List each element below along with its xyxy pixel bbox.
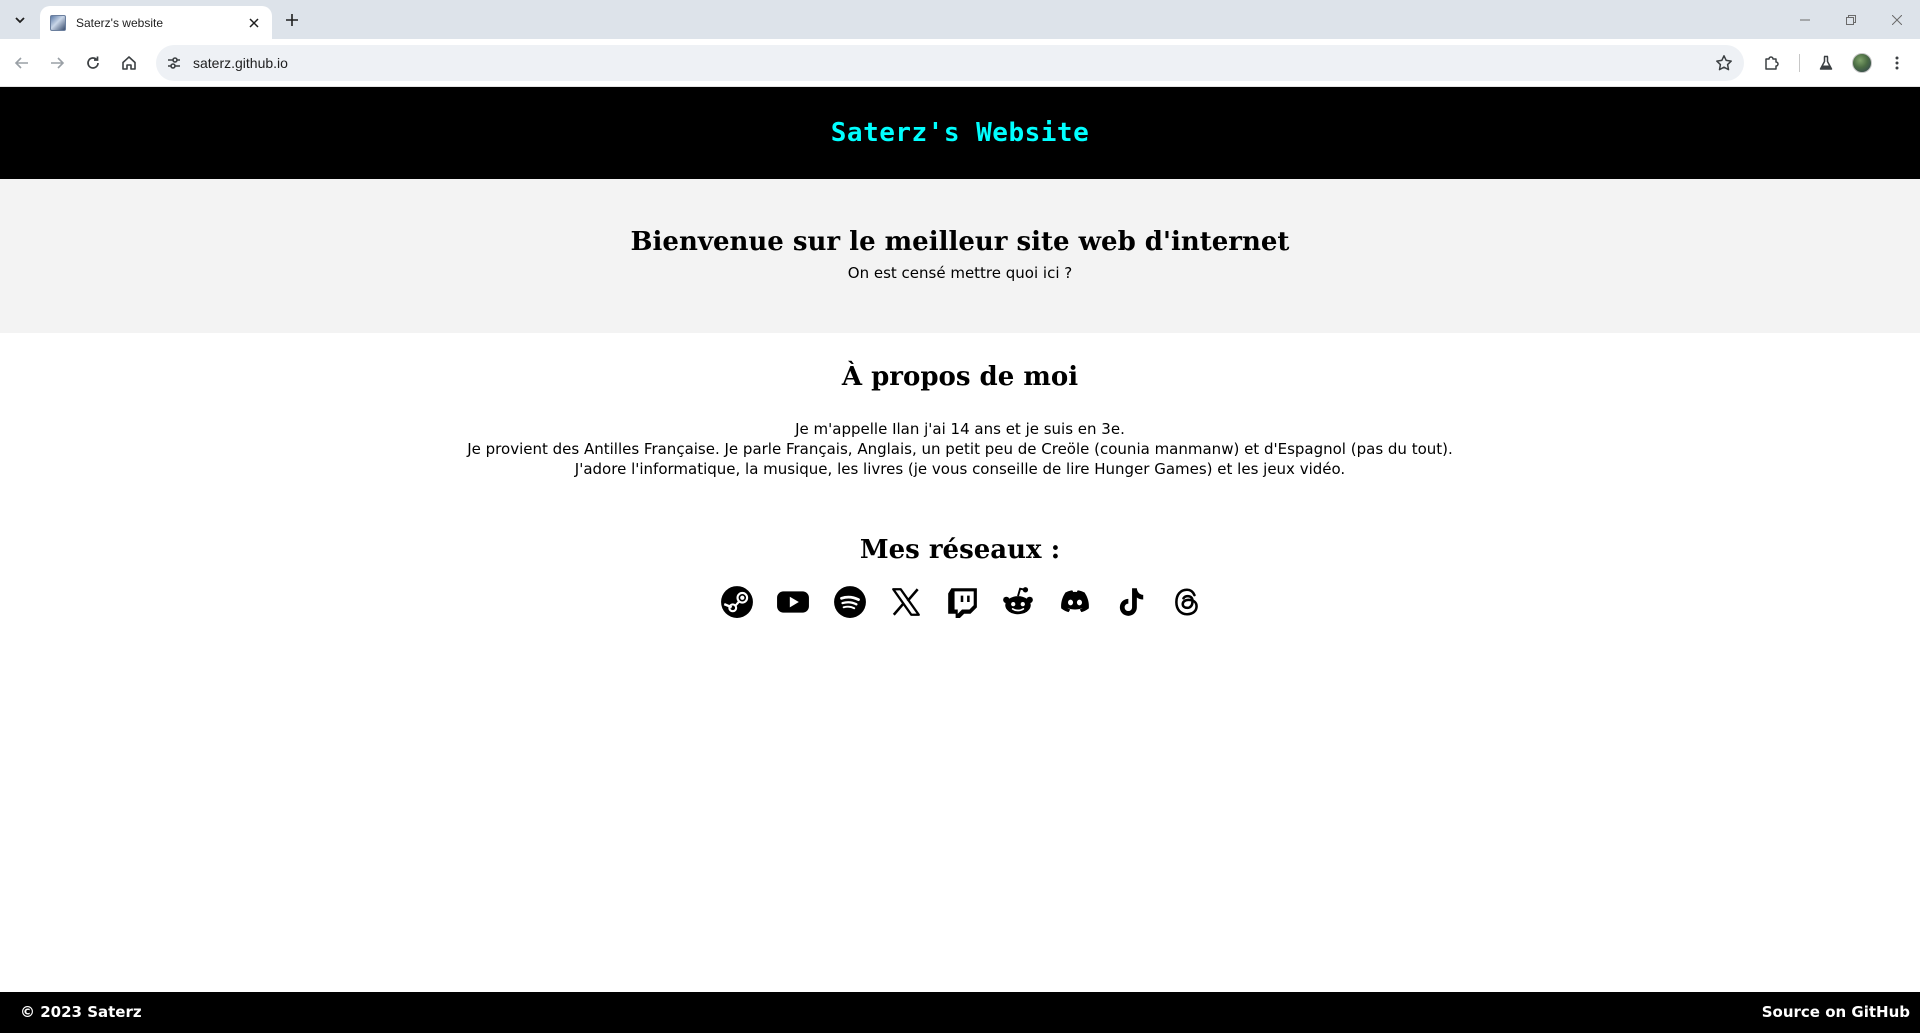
browser-tab-active[interactable]: Saterz's website [40, 6, 272, 39]
twitch-icon [948, 588, 977, 618]
youtube-icon [777, 591, 810, 613]
more-vertical-icon [1895, 56, 1899, 70]
site-favicon-icon [50, 14, 66, 31]
close-icon [249, 17, 259, 28]
window-controls [1782, 0, 1920, 39]
browser-tab-strip: Saterz's website [0, 0, 1920, 39]
site-title: Saterz's Website [830, 118, 1090, 148]
close-icon [1892, 14, 1902, 25]
home-icon [122, 56, 136, 70]
avatar [1852, 53, 1872, 73]
site-header: Saterz's Website [0, 87, 1920, 179]
about-text: Je m'appelle Ilan j'ai 14 ans et je suis… [0, 419, 1920, 479]
plus-icon [286, 14, 298, 26]
url-text[interactable]: saterz.github.io [193, 45, 288, 81]
arrow-right-icon [51, 57, 65, 69]
reddit-link[interactable] [998, 582, 1038, 622]
x-icon [891, 588, 920, 616]
puzzle-icon [1765, 56, 1779, 70]
tab-search-button[interactable] [8, 8, 32, 32]
social-links [717, 582, 1207, 622]
star-icon [1716, 55, 1732, 71]
labs-button[interactable] [1814, 51, 1838, 75]
reload-icon [87, 56, 99, 69]
twitch-link[interactable] [942, 582, 982, 622]
tab-close-button[interactable] [246, 15, 262, 31]
address-bar[interactable]: saterz.github.io [156, 45, 1744, 81]
youtube-link[interactable] [773, 582, 813, 622]
discord-link[interactable] [1055, 582, 1095, 622]
spotify-icon [833, 586, 866, 618]
forward-button[interactable] [45, 51, 69, 75]
back-button[interactable] [10, 51, 34, 75]
hero-section: Bienvenue sur le meilleur site web d'int… [0, 179, 1920, 333]
tiktok-icon [1119, 588, 1143, 616]
browser-menu-button[interactable] [1885, 51, 1909, 75]
tab-title: Saterz's website [76, 15, 163, 30]
tune-icon [168, 57, 180, 69]
about-line: Je provient des Antilles Française. Je p… [467, 440, 1453, 458]
steam-icon [721, 586, 753, 618]
about-line: Je m'appelle Ilan j'ai 14 ans et je suis… [795, 420, 1125, 438]
extensions-button[interactable] [1760, 51, 1784, 75]
minimize-icon [1800, 19, 1810, 20]
about-line: J'adore l'informatique, la musique, les … [574, 460, 1346, 478]
minimize-button[interactable] [1782, 0, 1828, 39]
networks-title: Mes réseaux : [859, 535, 1061, 565]
threads-icon [1175, 588, 1198, 616]
site-info-button[interactable] [165, 54, 183, 72]
tiktok-link[interactable] [1111, 582, 1151, 622]
close-window-button[interactable] [1874, 0, 1920, 39]
spotify-link[interactable] [830, 582, 870, 622]
about-title: À propos de moi [841, 362, 1079, 392]
hero-subtitle: On est censé mettre quoi ici ? [847, 264, 1073, 282]
bookmark-button[interactable] [1712, 51, 1736, 75]
reload-button[interactable] [81, 51, 105, 75]
browser-toolbar: saterz.github.io [0, 39, 1920, 87]
new-tab-button[interactable] [280, 8, 304, 32]
arrow-left-icon [14, 57, 28, 69]
hero-title: Bienvenue sur le meilleur site web d'int… [630, 227, 1290, 257]
steam-link[interactable] [717, 582, 757, 622]
reddit-icon [1003, 587, 1034, 615]
restore-button[interactable] [1828, 0, 1874, 39]
chevron-down-icon [15, 17, 25, 24]
profile-button[interactable] [1850, 51, 1874, 75]
home-button[interactable] [117, 51, 141, 75]
discord-icon [1060, 590, 1089, 613]
x-link[interactable] [886, 582, 926, 622]
web-page: Saterz's Website Bienvenue sur le meille… [0, 87, 1920, 1033]
restore-icon [1846, 14, 1856, 25]
site-footer: © 2023 Saterz Source on GitHub [0, 992, 1920, 1033]
toolbar-separator [1799, 54, 1800, 72]
github-source-link[interactable]: Source on GitHub [1762, 992, 1910, 1033]
copyright-text: © 2023 Saterz [20, 1003, 142, 1021]
flask-icon [1819, 55, 1833, 70]
threads-link[interactable] [1167, 582, 1207, 622]
